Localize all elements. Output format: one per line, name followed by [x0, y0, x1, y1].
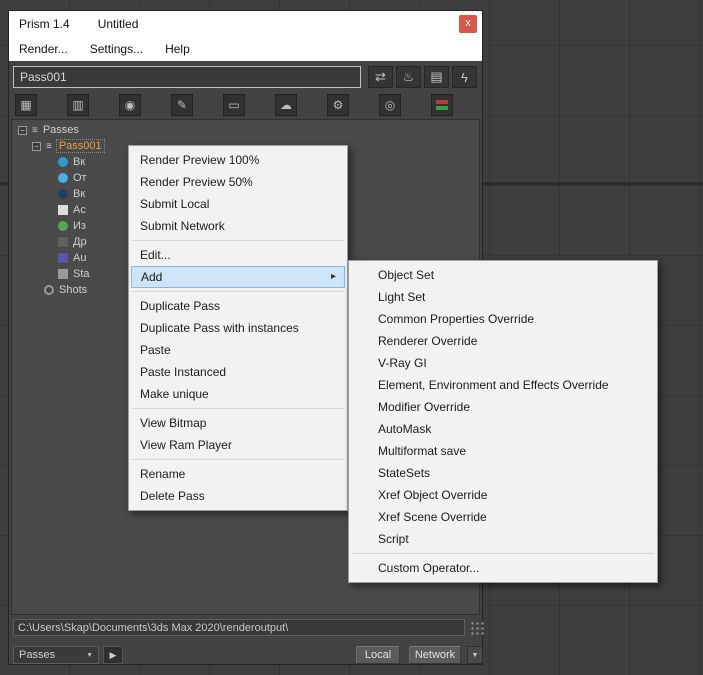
- submenu-item-element-environment-effects-override[interactable]: Element, Environment and Effects Overrid…: [350, 374, 656, 396]
- quick-render-icon[interactable]: ϟ: [452, 66, 477, 88]
- shots-icon: [44, 285, 54, 295]
- menu-item-paste[interactable]: Paste: [130, 339, 346, 361]
- window-title: Prism 1.4: [19, 17, 70, 31]
- colors-icon[interactable]: [431, 94, 453, 116]
- submenu-item-object-set[interactable]: Object Set: [350, 264, 656, 286]
- menu-separator: [130, 288, 346, 295]
- local-button[interactable]: Local: [356, 646, 400, 664]
- passes-dropdown[interactable]: Passes ▼: [13, 646, 99, 664]
- pass-item-icon: [58, 237, 68, 247]
- menu-bar: Render... Settings... Help: [9, 37, 482, 61]
- close-button[interactable]: x: [459, 15, 477, 33]
- menu-separator: [350, 550, 656, 557]
- render-teapot-icon[interactable]: ♨: [396, 66, 421, 88]
- brush-icon[interactable]: ✎: [171, 94, 193, 116]
- network-button[interactable]: Network: [409, 646, 461, 664]
- submenu-arrow-icon: ▸: [330, 271, 336, 282]
- pass-child-label: Ac: [73, 204, 86, 216]
- pass-item-icon: [58, 157, 68, 167]
- green-chip-icon: [436, 106, 448, 110]
- submenu-item-modifier-override[interactable]: Modifier Override: [350, 396, 656, 418]
- tree-node-passes[interactable]: − ≡ Passes: [12, 122, 479, 138]
- output-path-input[interactable]: [13, 619, 465, 636]
- collapse-icon[interactable]: −: [18, 125, 27, 135]
- submenu-item-custom-operator[interactable]: Custom Operator...: [350, 557, 656, 579]
- pass-icon: ≡: [46, 140, 52, 152]
- pass-item-icon: [58, 205, 68, 215]
- menu-item-render-preview-50[interactable]: Render Preview 50%: [130, 171, 346, 193]
- pass-child-label: Вк: [73, 156, 86, 168]
- pass-child-label: Из: [73, 220, 86, 232]
- main-toolbar: ▦ ▥ ◉ ✎ ▭ ☁ ⚙ ◎: [15, 94, 453, 118]
- render-elements-icon[interactable]: ▤: [424, 66, 449, 88]
- chevron-down-icon: ▼: [86, 651, 93, 659]
- passes-list-icon: ≡: [32, 124, 38, 136]
- record-icon[interactable]: ◉: [119, 94, 141, 116]
- display-icon[interactable]: ▥: [67, 94, 89, 116]
- monitor-icon[interactable]: ▭: [223, 94, 245, 116]
- red-chip-icon: [436, 100, 448, 104]
- viewport-background: Prism 1.4 Untitled x Render... Settings.…: [0, 0, 703, 675]
- add-submenu: Object Set Light Set Common Properties O…: [348, 260, 658, 583]
- menu-item-render-preview-100[interactable]: Render Preview 100%: [130, 149, 346, 171]
- pass-item-icon: [58, 189, 68, 199]
- tree-node-pass001-label: Pass001: [55, 139, 105, 153]
- menu-item-add-label: Add: [141, 270, 163, 284]
- camera-icon[interactable]: ◎: [379, 94, 401, 116]
- menu-separator: [130, 405, 346, 412]
- menu-settings[interactable]: Settings...: [90, 42, 143, 56]
- cloud-icon[interactable]: ☁: [275, 94, 297, 116]
- pass-item-icon: [58, 253, 68, 263]
- footer-dropdown-button[interactable]: ▼: [467, 646, 483, 664]
- tree-node-passes-label: Passes: [42, 124, 79, 136]
- settings-icon[interactable]: ⚙: [327, 94, 349, 116]
- menu-item-delete-pass[interactable]: Delete Pass: [130, 485, 346, 507]
- submenu-item-xref-object-override[interactable]: Xref Object Override: [350, 484, 656, 506]
- submenu-item-xref-scene-override[interactable]: Xref Scene Override: [350, 506, 656, 528]
- pass-item-icon: [58, 221, 68, 231]
- pass-child-label: Au: [73, 252, 87, 264]
- pass-item-icon: [58, 173, 68, 183]
- menu-item-rename[interactable]: Rename: [130, 463, 346, 485]
- submenu-item-vray-gi[interactable]: V-Ray GI: [350, 352, 656, 374]
- export-icon[interactable]: ⇄: [368, 66, 393, 88]
- pass-child-label: Вк: [73, 188, 86, 200]
- menu-item-edit[interactable]: Edit...: [130, 244, 346, 266]
- menu-separator: [130, 237, 346, 244]
- menu-item-view-ram-player[interactable]: View Ram Player: [130, 434, 346, 456]
- submenu-item-renderer-override[interactable]: Renderer Override: [350, 330, 656, 352]
- context-menu: Render Preview 100% Render Preview 50% S…: [128, 145, 348, 511]
- pass-child-label: Sta: [73, 268, 90, 280]
- menu-item-add[interactable]: Add ▸: [131, 266, 345, 288]
- menu-render[interactable]: Render...: [19, 42, 68, 56]
- passes-dropdown-label: Passes: [19, 649, 56, 661]
- submenu-item-automask[interactable]: AutoMask: [350, 418, 656, 440]
- menu-item-view-bitmap[interactable]: View Bitmap: [130, 412, 346, 434]
- submenu-item-light-set[interactable]: Light Set: [350, 286, 656, 308]
- menu-item-submit-network[interactable]: Submit Network: [130, 215, 346, 237]
- resize-grip[interactable]: [469, 620, 484, 635]
- menu-separator: [130, 456, 346, 463]
- tree-node-shots-label: Shots: [59, 284, 88, 296]
- submenu-item-statesets[interactable]: StateSets: [350, 462, 656, 484]
- menu-item-submit-local[interactable]: Submit Local: [130, 193, 346, 215]
- pass-child-label: От: [73, 172, 87, 184]
- pass-item-icon: [58, 269, 68, 279]
- pass-toolbar: ⇄ ♨ ▤ ϟ: [368, 66, 477, 88]
- collapse-icon[interactable]: −: [32, 141, 41, 151]
- document-title: Untitled: [97, 17, 139, 31]
- title-bar[interactable]: Prism 1.4 Untitled: [9, 11, 482, 37]
- pass-child-label: Др: [73, 236, 87, 248]
- menu-item-make-unique[interactable]: Make unique: [130, 383, 346, 405]
- pass-name-input[interactable]: [13, 66, 361, 88]
- play-icon[interactable]: ▶: [103, 646, 123, 664]
- menu-item-duplicate-pass-instances[interactable]: Duplicate Pass with instances: [130, 317, 346, 339]
- submenu-item-script[interactable]: Script: [350, 528, 656, 550]
- submenu-item-common-properties-override[interactable]: Common Properties Override: [350, 308, 656, 330]
- grid-icon[interactable]: ▦: [15, 94, 37, 116]
- menu-item-duplicate-pass[interactable]: Duplicate Pass: [130, 295, 346, 317]
- submenu-item-multiformat-save[interactable]: Multiformat save: [350, 440, 656, 462]
- menu-item-paste-instanced[interactable]: Paste Instanced: [130, 361, 346, 383]
- menu-help[interactable]: Help: [165, 42, 190, 56]
